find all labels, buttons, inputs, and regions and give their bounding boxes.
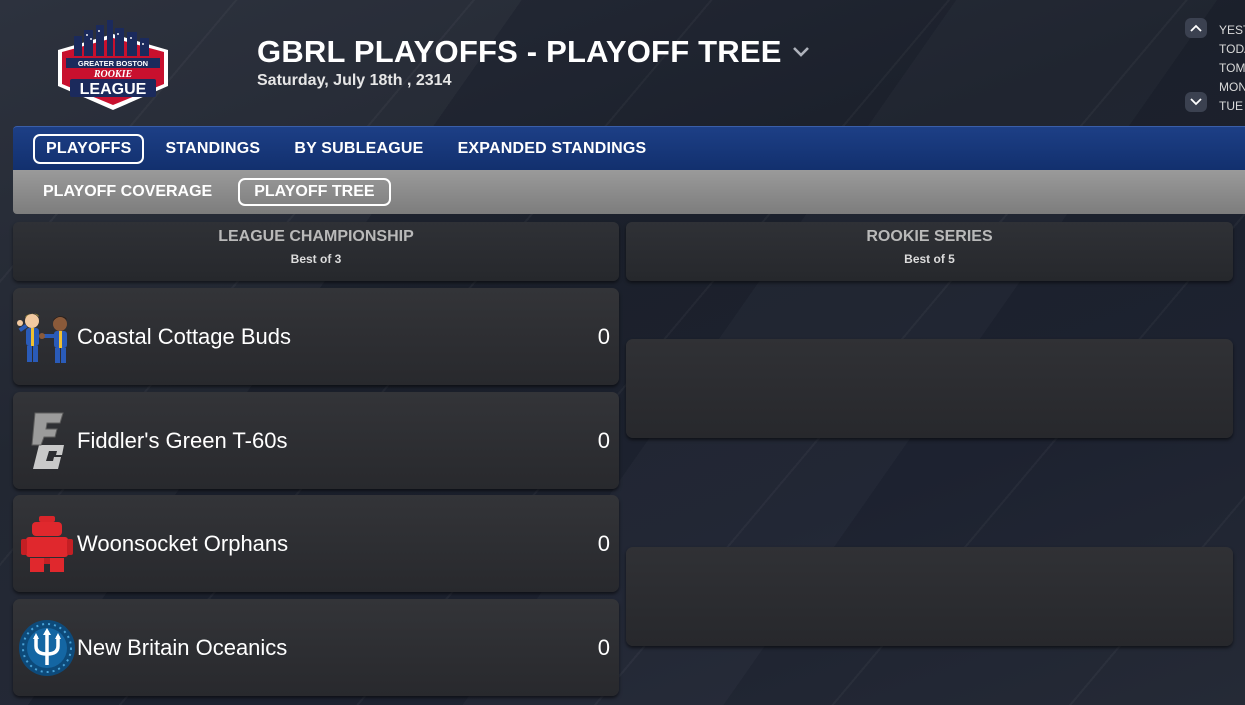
title-dropdown[interactable]: GBRL PLAYOFFS - PLAYOFF TREE — [257, 34, 810, 70]
team-row[interactable]: New Britain Oceanics 0 — [13, 599, 619, 696]
team-score: 0 — [597, 427, 610, 453]
robot-icon — [21, 515, 73, 572]
day-item[interactable]: TOM — [1219, 59, 1245, 78]
team-row[interactable]: Woonsocket Orphans 0 — [13, 495, 619, 592]
league-logo: GREATER BOSTON ROOKIE LEAGUE — [58, 20, 168, 110]
round-series-length: Best of 3 — [290, 252, 342, 266]
fg-monogram-icon — [31, 412, 64, 469]
round-title: ROOKIE SERIES — [866, 228, 993, 245]
chevron-down-icon — [1190, 98, 1202, 106]
day-navigator: YEST TODA TOM MON TUE — [1185, 18, 1245, 114]
tab-standings[interactable]: STANDINGS — [152, 134, 273, 164]
tab-playoff-tree[interactable]: PLAYOFF TREE — [238, 178, 391, 206]
trident-icon — [19, 619, 75, 676]
round-series-length: Best of 5 — [904, 252, 955, 266]
team-name: Fiddler's Green T-60s — [77, 427, 288, 453]
page-header: GBRL PLAYOFFS - PLAYOFF TREE Saturday, J… — [257, 34, 810, 90]
team-score: 0 — [597, 323, 610, 349]
team-logo — [15, 305, 79, 369]
empty-matchup-slot — [626, 339, 1233, 438]
team-name: Woonsocket Orphans — [77, 530, 289, 556]
logo-line-1: GREATER BOSTON — [78, 59, 148, 68]
tab-by-subleague[interactable]: BY SUBLEAGUE — [281, 134, 436, 164]
day-down-button[interactable] — [1185, 92, 1207, 112]
primary-nav: PLAYOFFS STANDINGS BY SUBLEAGUE EXPANDED… — [13, 126, 1245, 170]
team-score: 0 — [597, 530, 610, 556]
team-logo — [15, 512, 79, 576]
team-logo — [15, 409, 79, 473]
chevron-down-icon — [792, 47, 809, 57]
tab-expanded-standings[interactable]: EXPANDED STANDINGS — [445, 134, 660, 164]
logo-line-3: LEAGUE — [80, 81, 147, 98]
day-item[interactable]: TODA — [1219, 40, 1245, 59]
chevron-up-icon — [1190, 24, 1202, 32]
team-name: Coastal Cottage Buds — [77, 323, 292, 349]
tab-playoffs[interactable]: PLAYOFFS — [33, 133, 145, 164]
day-up-button[interactable] — [1185, 18, 1207, 38]
team-row[interactable]: Coastal Cottage Buds 0 — [13, 288, 619, 385]
day-list: YEST TODA TOM MON TUE — [1219, 21, 1245, 114]
secondary-nav: PLAYOFF COVERAGE PLAYOFF TREE — [13, 170, 1245, 214]
tab-playoff-coverage[interactable]: PLAYOFF COVERAGE — [27, 178, 228, 206]
page-title: GBRL PLAYOFFS - PLAYOFF TREE — [257, 34, 782, 69]
round-title: LEAGUE CHAMPIONSHIP — [218, 228, 414, 245]
empty-matchup-slot — [626, 547, 1233, 646]
logo-line-2: ROOKIE — [93, 69, 133, 80]
day-item[interactable]: YEST — [1219, 21, 1245, 40]
round-header-rookie-series: ROOKIE SERIES Best of 5 — [626, 222, 1233, 281]
team-logo — [15, 616, 79, 680]
team-name: New Britain Oceanics — [77, 634, 288, 660]
page-date: Saturday, July 18th , 2314 — [257, 72, 452, 89]
vault-boys-icon — [17, 312, 67, 363]
round-header-league-championship: LEAGUE CHAMPIONSHIP Best of 3 — [13, 222, 619, 281]
day-item[interactable]: TUE — [1219, 97, 1245, 114]
team-row[interactable]: Fiddler's Green T-60s 0 — [13, 392, 619, 489]
day-item[interactable]: MON — [1219, 78, 1245, 97]
team-score: 0 — [597, 634, 610, 660]
